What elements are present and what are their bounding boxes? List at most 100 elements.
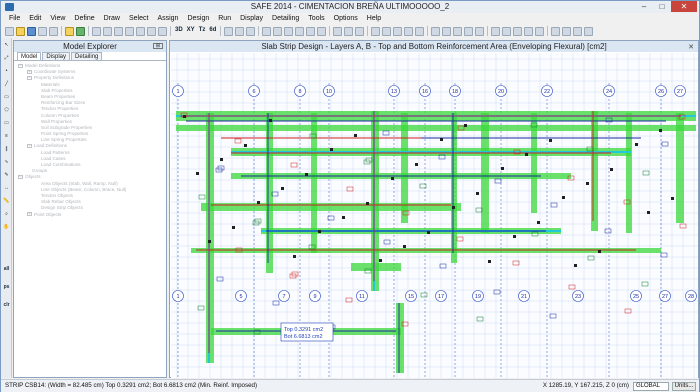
settings-icon[interactable] xyxy=(573,26,583,36)
coordinate-system-dropdown[interactable]: GLOBAL xyxy=(633,382,669,391)
reshape-icon[interactable]: ⤢ xyxy=(2,55,11,64)
pan-icon[interactable] xyxy=(136,26,145,36)
redo-icon[interactable] xyxy=(49,26,58,36)
menu-define[interactable]: Define xyxy=(74,15,94,22)
beam-icon[interactable] xyxy=(453,26,463,36)
punching-icon[interactable] xyxy=(317,26,327,36)
clear-selection-icon[interactable] xyxy=(355,26,365,36)
maximize-button[interactable]: □ xyxy=(653,1,671,12)
draw-point-icon[interactable]: • xyxy=(2,68,11,77)
drawing-close-icon[interactable]: ✕ xyxy=(688,42,694,53)
menu-design[interactable]: Design xyxy=(187,15,209,22)
undo-icon[interactable] xyxy=(38,26,47,36)
expand-icon[interactable]: + xyxy=(27,69,32,74)
refresh-icon[interactable] xyxy=(158,26,167,36)
pan-icon[interactable]: ✋ xyxy=(2,224,11,233)
save-icon[interactable] xyxy=(27,26,36,36)
show-grid-icon[interactable] xyxy=(235,26,245,36)
move-icon[interactable] xyxy=(524,26,534,36)
new-file-icon[interactable] xyxy=(5,26,14,36)
view-3d-button[interactable]: 3D xyxy=(174,27,184,36)
menu-help[interactable]: Help xyxy=(367,15,381,22)
minimize-button[interactable]: – xyxy=(635,1,653,12)
deformed-shape-icon[interactable] xyxy=(262,26,272,36)
menu-tools[interactable]: Tools xyxy=(308,15,324,22)
replicate-icon[interactable] xyxy=(513,26,523,36)
draw-area-icon[interactable] xyxy=(393,26,403,36)
draw-point-icon[interactable] xyxy=(371,26,381,36)
menu-display[interactable]: Display xyxy=(240,15,263,22)
paste-icon[interactable] xyxy=(502,26,512,36)
units-button[interactable]: Units... xyxy=(672,382,696,391)
column-icon[interactable] xyxy=(442,26,452,36)
run-icon[interactable] xyxy=(76,26,85,36)
menu-options[interactable]: Options xyxy=(334,15,358,22)
plan-drawing[interactable]: 1 6 8 10 13 16 18 20 22 24 26 271 5 7 9 11 15 17 19 21 23 25 2… xyxy=(171,53,698,378)
select-all-button[interactable]: all xyxy=(2,266,11,275)
zoom-out-icon[interactable] xyxy=(103,26,112,36)
collapse-icon[interactable]: − xyxy=(27,76,32,81)
view-6d-button[interactable]: 6d xyxy=(208,27,217,36)
draw-rectangle-icon[interactable]: ▭ xyxy=(2,120,11,129)
draw-strip-icon[interactable] xyxy=(404,26,414,36)
view-xy-button[interactable]: XY xyxy=(186,27,196,36)
pin-icon[interactable]: ⊞ xyxy=(153,43,163,49)
measure-icon[interactable]: 📏 xyxy=(2,198,11,207)
forces-icon[interactable] xyxy=(284,26,294,36)
strip-forces-icon[interactable] xyxy=(295,26,305,36)
draw-polygon-icon[interactable]: ⬠ xyxy=(2,107,11,116)
select-pointer-icon[interactable] xyxy=(344,26,354,36)
lock-icon[interactable] xyxy=(65,26,74,36)
menu-view[interactable]: View xyxy=(50,15,65,22)
menu-file[interactable]: File xyxy=(9,15,20,22)
draw-rebar-icon[interactable]: ∥ xyxy=(2,146,11,155)
menu-select[interactable]: Select xyxy=(129,15,148,22)
delete-icon[interactable] xyxy=(535,26,545,36)
select-all-icon[interactable] xyxy=(333,26,343,36)
help-icon[interactable] xyxy=(584,26,594,36)
reactions-icon[interactable] xyxy=(273,26,283,36)
menu-edit[interactable]: Edit xyxy=(29,15,41,22)
collapse-icon[interactable]: − xyxy=(18,175,23,180)
plan-view-canvas[interactable]: 1 6 8 10 13 16 18 20 22 24 26 27 1 5 7 9 11 15 17 19 21 23 25 2… xyxy=(171,53,698,378)
menu-assign[interactable]: Assign xyxy=(157,15,178,22)
expand-icon[interactable]: + xyxy=(27,212,32,217)
tendon-icon[interactable] xyxy=(551,26,561,36)
zoom-window-icon[interactable] xyxy=(114,26,123,36)
draw-tendon-icon[interactable]: ∿ xyxy=(2,159,11,168)
copy-icon[interactable] xyxy=(491,26,501,36)
snap-icon[interactable] xyxy=(246,26,256,36)
set-display-options-icon[interactable] xyxy=(224,26,234,36)
tab-detailing[interactable]: Detailing xyxy=(71,52,103,60)
menu-run[interactable]: Run xyxy=(218,15,231,22)
quick-draw-icon[interactable] xyxy=(431,26,441,36)
wall-icon[interactable] xyxy=(464,26,474,36)
menu-detailing[interactable]: Detailing xyxy=(272,15,299,22)
zoom-in-icon[interactable] xyxy=(92,26,101,36)
select-clr-button[interactable]: clr xyxy=(2,302,11,311)
close-button[interactable]: ✕ xyxy=(671,1,697,12)
strip-layer-icon[interactable] xyxy=(562,26,572,36)
draw-rebar-icon[interactable] xyxy=(415,26,425,36)
zoom-previous-icon[interactable] xyxy=(147,26,156,36)
quick-draw-icon[interactable]: ✎ xyxy=(2,172,11,181)
slab-icon[interactable] xyxy=(475,26,485,36)
tree-node[interactable]: + Point Objects xyxy=(18,212,166,218)
tab-model[interactable]: Model xyxy=(17,52,42,60)
slab-design-icon[interactable] xyxy=(306,26,316,36)
collapse-icon[interactable]: − xyxy=(18,63,23,68)
dimension-icon[interactable]: ↔ xyxy=(2,185,11,194)
select-pointer-icon[interactable]: ↖ xyxy=(2,42,11,51)
collapse-icon[interactable]: − xyxy=(27,144,32,149)
menu-draw[interactable]: Draw xyxy=(104,15,120,22)
draw-line-icon[interactable]: ╱ xyxy=(2,81,11,90)
draw-strip-icon[interactable]: ≡ xyxy=(2,133,11,142)
draw-line-icon[interactable] xyxy=(382,26,392,36)
zoom-fit-icon[interactable] xyxy=(125,26,134,36)
tab-display[interactable]: Display xyxy=(42,52,71,60)
select-ps-button[interactable]: ps xyxy=(2,284,11,293)
zoom-icon[interactable]: ⌕ xyxy=(2,211,11,220)
view-tz-button[interactable]: Tz xyxy=(198,27,207,36)
draw-area-icon[interactable]: ▭ xyxy=(2,94,11,103)
open-file-icon[interactable] xyxy=(16,26,25,36)
